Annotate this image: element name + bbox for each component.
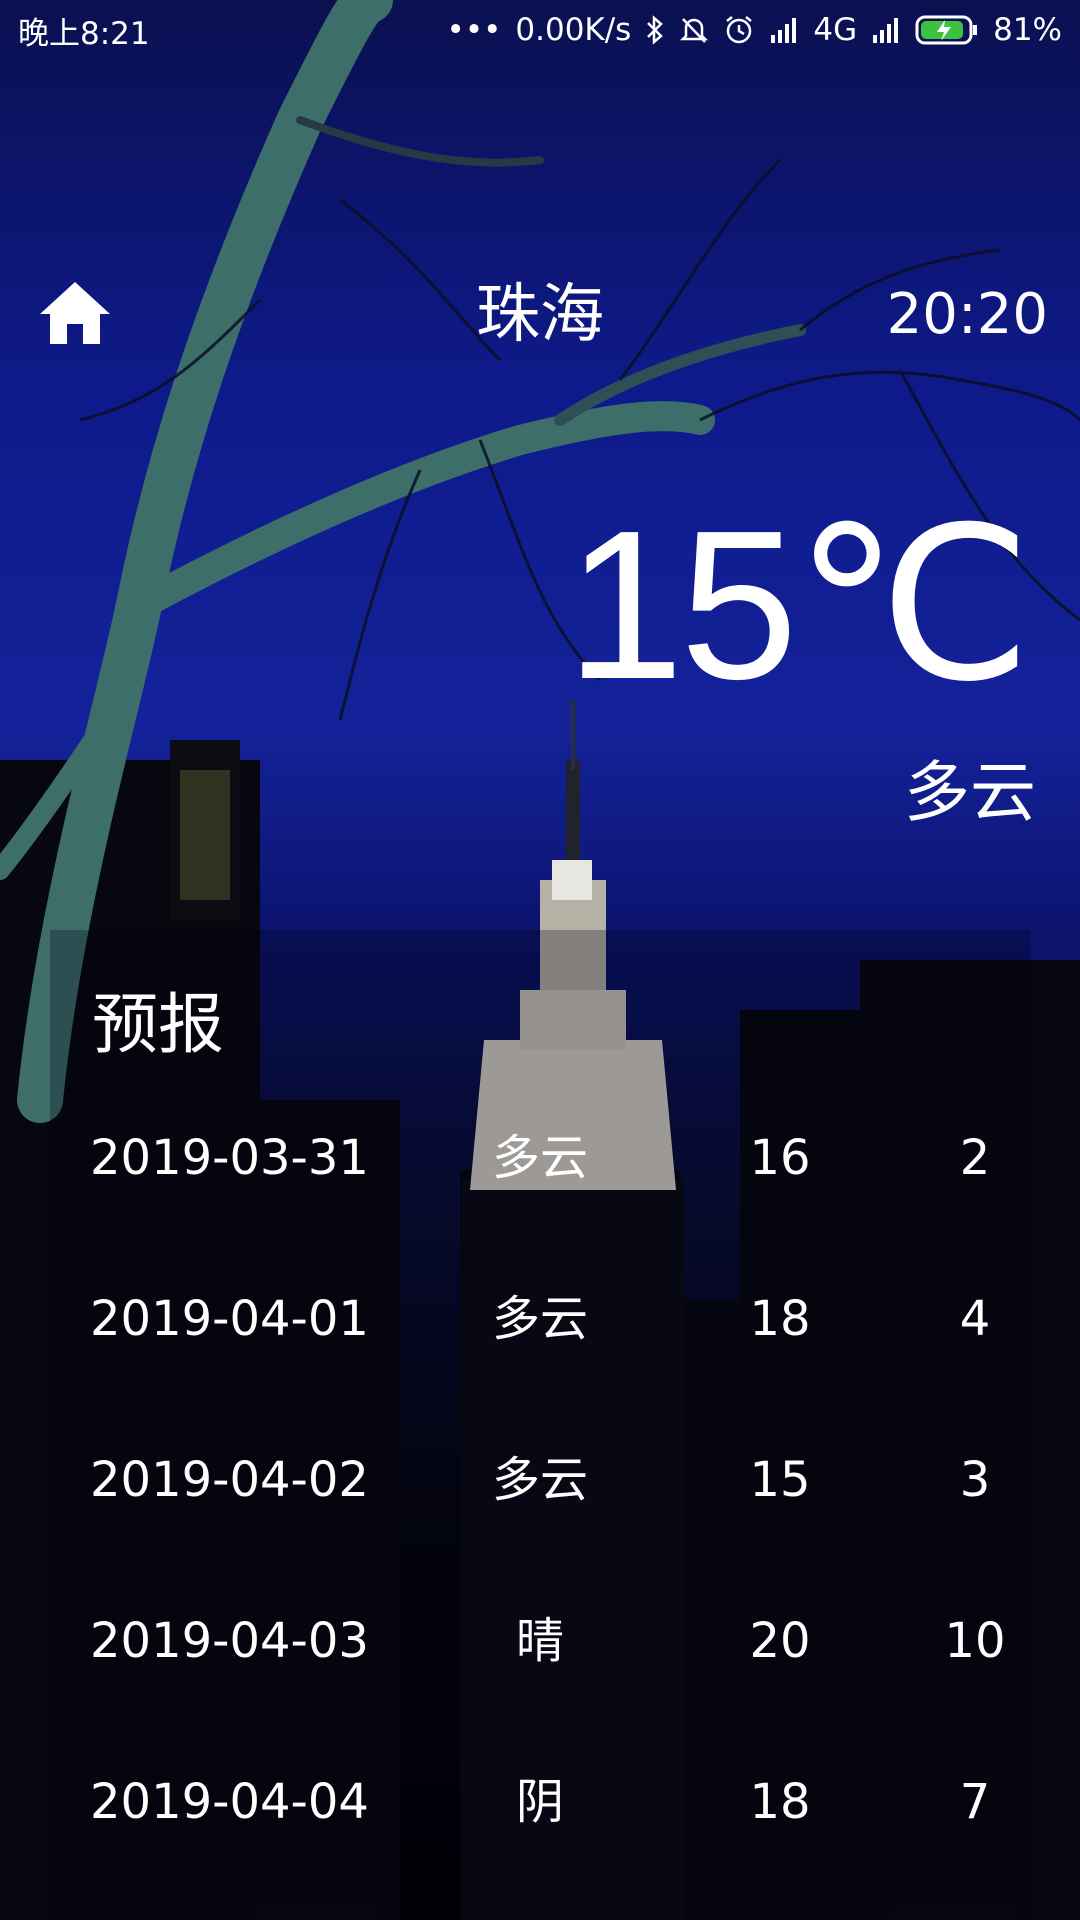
forecast-max-temp: 18 — [749, 1291, 811, 1347]
status-time: 晚上8:21 — [18, 15, 150, 52]
forecast-max-temp: 16 — [749, 1130, 811, 1186]
forecast-row: 2019-04-01 多云 18 4 — [0, 1279, 1080, 1359]
forecast-condition: 多云 — [491, 1291, 588, 1347]
current-condition: 多云 — [904, 754, 1036, 831]
net-speed: 0.00K/s — [515, 12, 632, 48]
forecast-date: 2019-04-04 — [90, 1774, 369, 1830]
signal-icon — [769, 17, 799, 43]
current-temperature: 15℃ — [566, 486, 1032, 723]
forecast-max-temp: 18 — [749, 1774, 811, 1830]
battery-charging-icon — [915, 14, 979, 46]
status-bar: 晚上8:21 ••• 0.00K/s 4G 81% — [0, 0, 1080, 60]
forecast-min-temp: 3 — [959, 1452, 991, 1508]
home-icon[interactable] — [36, 276, 114, 348]
more-dots-icon: ••• — [446, 12, 502, 48]
forecast-row: 2019-04-04 阴 18 7 — [0, 1762, 1080, 1842]
mute-bell-icon — [679, 15, 709, 45]
forecast-max-temp: 20 — [749, 1613, 811, 1669]
forecast-max-temp: 15 — [749, 1452, 811, 1508]
forecast-row: 2019-03-31 多云 16 2 — [0, 1118, 1080, 1198]
header: 珠海 20:20 — [0, 270, 1080, 360]
update-time: 20:20 — [886, 282, 1048, 347]
bluetooth-icon — [645, 15, 665, 45]
forecast-row: 2019-04-02 多云 15 3 — [0, 1440, 1080, 1520]
network-type: 4G — [813, 12, 858, 48]
forecast-date: 2019-03-31 — [90, 1130, 369, 1186]
alarm-icon — [723, 14, 755, 46]
forecast-min-temp: 2 — [959, 1130, 991, 1186]
forecast-condition: 多云 — [491, 1130, 588, 1186]
forecast-date: 2019-04-03 — [90, 1613, 369, 1669]
forecast-condition: 阴 — [515, 1774, 564, 1830]
status-icons: ••• 0.00K/s 4G 81% — [447, 12, 1062, 48]
forecast-date: 2019-04-01 — [90, 1291, 369, 1347]
forecast-condition: 多云 — [491, 1452, 588, 1508]
forecast-min-temp: 10 — [944, 1613, 1006, 1669]
forecast-row: 2019-04-03 晴 20 10 — [0, 1601, 1080, 1681]
forecast-min-temp: 7 — [959, 1774, 991, 1830]
forecast-condition: 晴 — [515, 1613, 564, 1669]
signal-2-icon — [871, 17, 901, 43]
battery-level: 81% — [993, 12, 1062, 48]
forecast-title: 预报 — [92, 986, 224, 1063]
forecast-date: 2019-04-02 — [90, 1452, 369, 1508]
forecast-min-temp: 4 — [959, 1291, 991, 1347]
